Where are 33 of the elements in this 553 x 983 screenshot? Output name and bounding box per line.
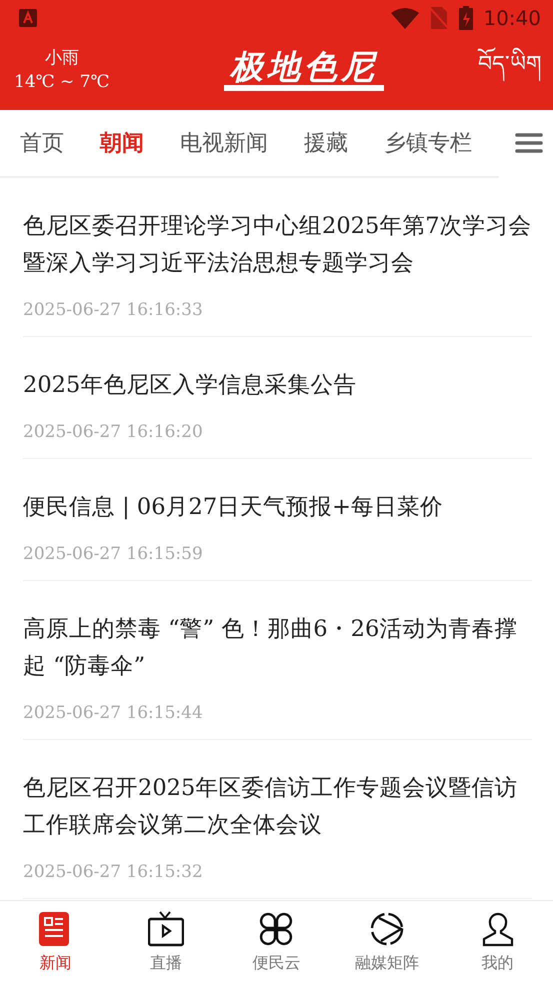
orbit-icon [369, 911, 406, 947]
category-tab[interactable]: 乡镇专栏 [384, 128, 472, 158]
notification-icon [18, 8, 38, 28]
article-title[interactable]: 2025年色尼区入学信息采集公告 [23, 367, 532, 404]
nav-item[interactable]: 直播 [110, 901, 222, 983]
article-time: 2025-06-27 16:16:33 [23, 299, 204, 322]
battery-icon [459, 6, 474, 30]
article-title[interactable]: 色尼区委召开理论学习中心组2025年第7次学习会暨深入学习习近平法治思想专题学习会 [23, 208, 532, 282]
article-title[interactable]: 高原上的禁毒 “警” 色！那曲6・26活动为青春撑起 “防毒伞” [23, 611, 532, 685]
category-tab[interactable]: 援藏 [304, 128, 348, 158]
language-link[interactable]: བོད་ཡིག [478, 39, 541, 101]
nav-item[interactable]: 我的 [442, 901, 553, 983]
status-time: 10:40 [483, 6, 541, 30]
tv-icon [148, 911, 184, 947]
no-sim-icon [429, 7, 450, 29]
clover-icon [258, 911, 294, 947]
article-title[interactable]: 便民信息 | 06月27日天气预报+每日菜价 [23, 489, 532, 526]
article-time: 2025-06-27 16:15:32 [23, 861, 204, 884]
category-tab[interactable]: 电视新闻 [180, 128, 268, 158]
menu-icon[interactable] [515, 132, 543, 154]
article-time: 2025-06-27 16:15:44 [23, 702, 204, 725]
temperature-label: 14℃ ~ 7℃ [14, 71, 110, 94]
nav-item[interactable]: 新闻 [0, 901, 111, 983]
article-time: 2025-06-27 16:15:59 [23, 543, 204, 566]
article-title[interactable]: 色尼区召开2025年区委信访工作专题会议暨信访工作联席会议第二次全体会议 [23, 770, 532, 844]
article-time: 2025-06-27 16:16:20 [23, 421, 204, 444]
app-logo: 极地色尼 [224, 49, 384, 91]
weather-label: 小雨 [44, 47, 79, 70]
nav-item[interactable]: 便民云 [221, 901, 332, 983]
category-tab[interactable]: 朝闻 [100, 128, 144, 158]
wifi-icon [391, 7, 420, 29]
category-tab[interactable]: 首页 [20, 128, 64, 158]
nav-item[interactable]: 融媒矩阵 [332, 901, 442, 983]
